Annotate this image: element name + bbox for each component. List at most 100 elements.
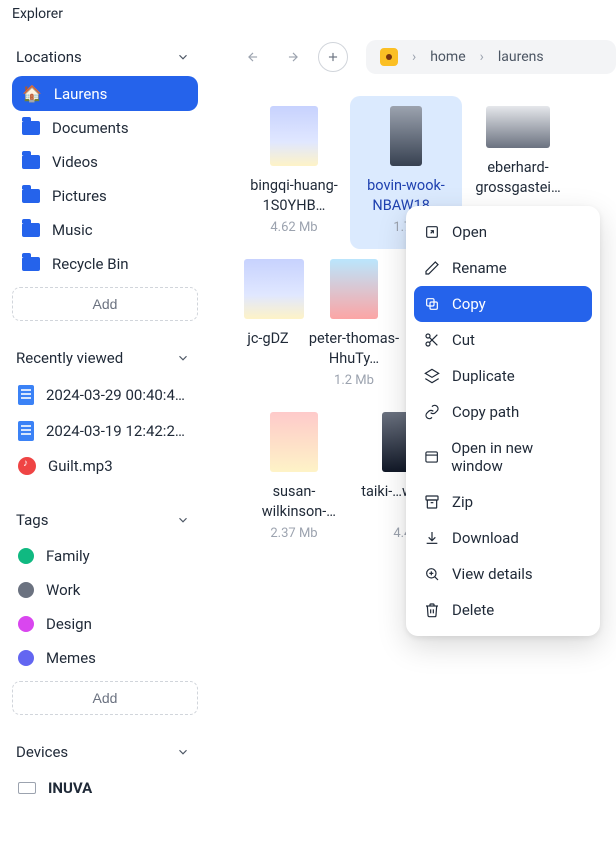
file-card[interactable]: jc-gDZ bbox=[238, 249, 298, 402]
devices-title: Devices bbox=[16, 743, 68, 761]
context-menu: Open Rename Copy Cut Duplicate Copy path Open … bbox=[406, 206, 600, 636]
ctx-download[interactable]: Download bbox=[414, 520, 592, 556]
tag-item-family[interactable]: Family bbox=[12, 539, 198, 573]
file-size: 4.62 Mb bbox=[244, 220, 344, 235]
home-icon: 🏠 bbox=[22, 84, 42, 103]
sidebar-item-label: Music bbox=[52, 221, 93, 239]
scissors-icon bbox=[424, 332, 440, 348]
file-size: 1.2 Mb bbox=[304, 373, 404, 388]
copy-icon bbox=[424, 296, 440, 312]
file-name: susan-wilkinson-ocQ… bbox=[244, 482, 344, 522]
arrow-right-icon bbox=[286, 50, 300, 64]
arrow-left-icon bbox=[246, 50, 260, 64]
file-thumbnail bbox=[270, 106, 318, 166]
chevron-right-icon: › bbox=[412, 49, 416, 65]
folder-icon bbox=[22, 223, 40, 237]
folder-icon bbox=[22, 257, 40, 271]
ctx-rename[interactable]: Rename bbox=[414, 250, 592, 286]
sidebar-item-label: Pictures bbox=[52, 187, 107, 205]
link-icon bbox=[424, 404, 440, 420]
ctx-cut[interactable]: Cut bbox=[414, 322, 592, 358]
locations-title: Locations bbox=[16, 48, 82, 66]
archive-icon bbox=[424, 494, 440, 510]
ctx-zip[interactable]: Zip bbox=[414, 484, 592, 520]
ctx-item-label: Open in new window bbox=[451, 439, 582, 475]
breadcrumb-part[interactable]: laurens bbox=[498, 49, 544, 65]
sidebar-item-videos[interactable]: Videos bbox=[12, 145, 198, 179]
sidebar-item-label: Documents bbox=[52, 119, 129, 137]
nav-back-button[interactable] bbox=[238, 42, 268, 72]
file-size: 2.37 Mb bbox=[244, 526, 344, 541]
file-thumbnail bbox=[270, 412, 318, 472]
ctx-item-label: Delete bbox=[452, 601, 494, 619]
ctx-view-details[interactable]: View details bbox=[414, 556, 592, 592]
chevron-down-icon bbox=[176, 513, 190, 527]
ctx-delete[interactable]: Delete bbox=[414, 592, 592, 628]
ctx-open-in-new-window[interactable]: Open in new window bbox=[414, 430, 592, 484]
text-file-icon bbox=[18, 385, 34, 405]
file-name: eberhard-grossgastei… bbox=[468, 158, 568, 198]
ctx-copy[interactable]: Copy bbox=[414, 286, 592, 322]
drive-icon bbox=[380, 48, 398, 66]
sidebar-item-music[interactable]: Music bbox=[12, 213, 198, 247]
recent-item-label: Guilt.mp3 bbox=[48, 457, 113, 475]
file-thumbnail bbox=[330, 259, 378, 319]
sidebar-item-label: Recycle Bin bbox=[52, 255, 129, 273]
chevron-down-icon bbox=[176, 351, 190, 365]
ctx-item-label: Cut bbox=[452, 331, 475, 349]
chevron-down-icon bbox=[176, 50, 190, 64]
sidebar-item-pictures[interactable]: Pictures bbox=[12, 179, 198, 213]
sidebar-item-recycle-bin[interactable]: Recycle Bin bbox=[12, 247, 198, 281]
text-file-icon bbox=[18, 421, 34, 441]
tag-label: Memes bbox=[46, 649, 96, 667]
recent-item-label: 2024-03-19 12:42:2… bbox=[46, 422, 185, 440]
file-card[interactable]: peter-thomas-HhuTy…1.2 Mb bbox=[298, 249, 410, 402]
devices-header[interactable]: Devices bbox=[12, 733, 198, 771]
locations-add-button[interactable]: Add bbox=[12, 287, 198, 321]
recent-item[interactable]: 2024-03-19 12:42:2… bbox=[12, 413, 198, 449]
ctx-item-label: View details bbox=[452, 565, 533, 583]
recent-header[interactable]: Recently viewed bbox=[12, 339, 198, 377]
sidebar-item-documents[interactable]: Documents bbox=[12, 111, 198, 145]
folder-icon bbox=[22, 189, 40, 203]
file-thumbnail bbox=[390, 106, 422, 166]
sidebar-item-laurens[interactable]: 🏠Laurens bbox=[12, 76, 198, 111]
chevron-down-icon bbox=[176, 745, 190, 759]
file-thumbnail bbox=[244, 259, 304, 319]
tag-item-memes[interactable]: Memes bbox=[12, 641, 198, 675]
trash-icon bbox=[424, 602, 440, 618]
plus-icon bbox=[326, 50, 340, 64]
ctx-open[interactable]: Open bbox=[414, 214, 592, 250]
locations-header[interactable]: Locations bbox=[12, 38, 198, 76]
recent-item-label: 2024-03-29 00:40:4… bbox=[46, 386, 185, 404]
file-card[interactable]: susan-wilkinson-ocQ… 2.37 Mb bbox=[238, 402, 350, 555]
tag-label: Family bbox=[46, 547, 90, 565]
tag-color-dot bbox=[18, 650, 34, 666]
audio-icon bbox=[18, 457, 36, 475]
nav-forward-button[interactable] bbox=[278, 42, 308, 72]
file-name: jc-gDZ bbox=[244, 329, 292, 369]
tags-header[interactable]: Tags bbox=[12, 501, 198, 539]
breadcrumb[interactable]: › home › laurens bbox=[366, 40, 616, 74]
sidebar-item-label: Videos bbox=[52, 153, 98, 171]
ctx-item-label: Rename bbox=[452, 259, 507, 277]
recent-item[interactable]: 2024-03-29 00:40:4… bbox=[12, 377, 198, 413]
tag-color-dot bbox=[18, 616, 34, 632]
new-button[interactable] bbox=[318, 42, 348, 72]
ctx-duplicate[interactable]: Duplicate bbox=[414, 358, 592, 394]
chevron-right-icon: › bbox=[480, 49, 484, 65]
device-item[interactable]: INUVA bbox=[12, 771, 198, 805]
breadcrumb-part[interactable]: home bbox=[430, 49, 465, 65]
tag-label: Work bbox=[46, 581, 80, 599]
download-icon bbox=[424, 530, 440, 546]
toolbar: › home › laurens bbox=[238, 40, 616, 74]
tag-color-dot bbox=[18, 582, 34, 598]
tag-item-design[interactable]: Design bbox=[12, 607, 198, 641]
tags-add-button[interactable]: Add bbox=[12, 681, 198, 715]
file-card[interactable]: bingqi-huang-1S0YHB…4.62 Mb bbox=[238, 96, 350, 249]
ctx-item-label: Copy bbox=[452, 295, 486, 313]
ctx-copy-path[interactable]: Copy path bbox=[414, 394, 592, 430]
ctx-item-label: Duplicate bbox=[452, 367, 515, 385]
recent-item[interactable]: Guilt.mp3 bbox=[12, 449, 198, 483]
tag-item-work[interactable]: Work bbox=[12, 573, 198, 607]
